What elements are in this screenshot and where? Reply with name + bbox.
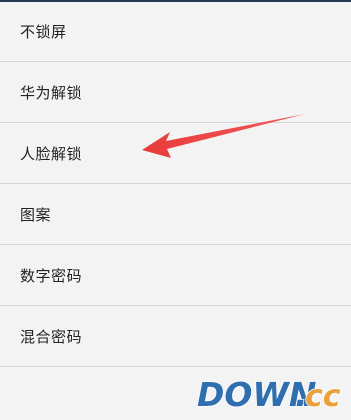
option-label: 不锁屏 bbox=[20, 23, 67, 41]
option-label: 混合密码 bbox=[20, 327, 83, 346]
option-pin[interactable]: 数字密码 bbox=[0, 245, 351, 306]
watermark-suffix-text: cc bbox=[305, 379, 341, 414]
option-label: 人脸解锁 bbox=[20, 144, 83, 163]
option-pattern[interactable]: 图案 bbox=[0, 184, 351, 245]
option-mixed-password[interactable]: 混合密码 bbox=[0, 306, 351, 367]
lock-options-list: 不锁屏 华为解锁 人脸解锁 图案 数字密码 混合密码 bbox=[0, 2, 351, 367]
option-label: 华为解锁 bbox=[20, 83, 83, 102]
option-face-unlock[interactable]: 人脸解锁 bbox=[0, 123, 351, 184]
option-huawei-unlock[interactable]: 华为解锁 bbox=[0, 62, 351, 123]
option-no-lock[interactable]: 不锁屏 bbox=[0, 2, 351, 62]
option-label: 数字密码 bbox=[20, 266, 83, 285]
option-label: 图案 bbox=[20, 205, 52, 224]
down-cc-watermark-logo: DOWN . cc bbox=[196, 374, 341, 415]
